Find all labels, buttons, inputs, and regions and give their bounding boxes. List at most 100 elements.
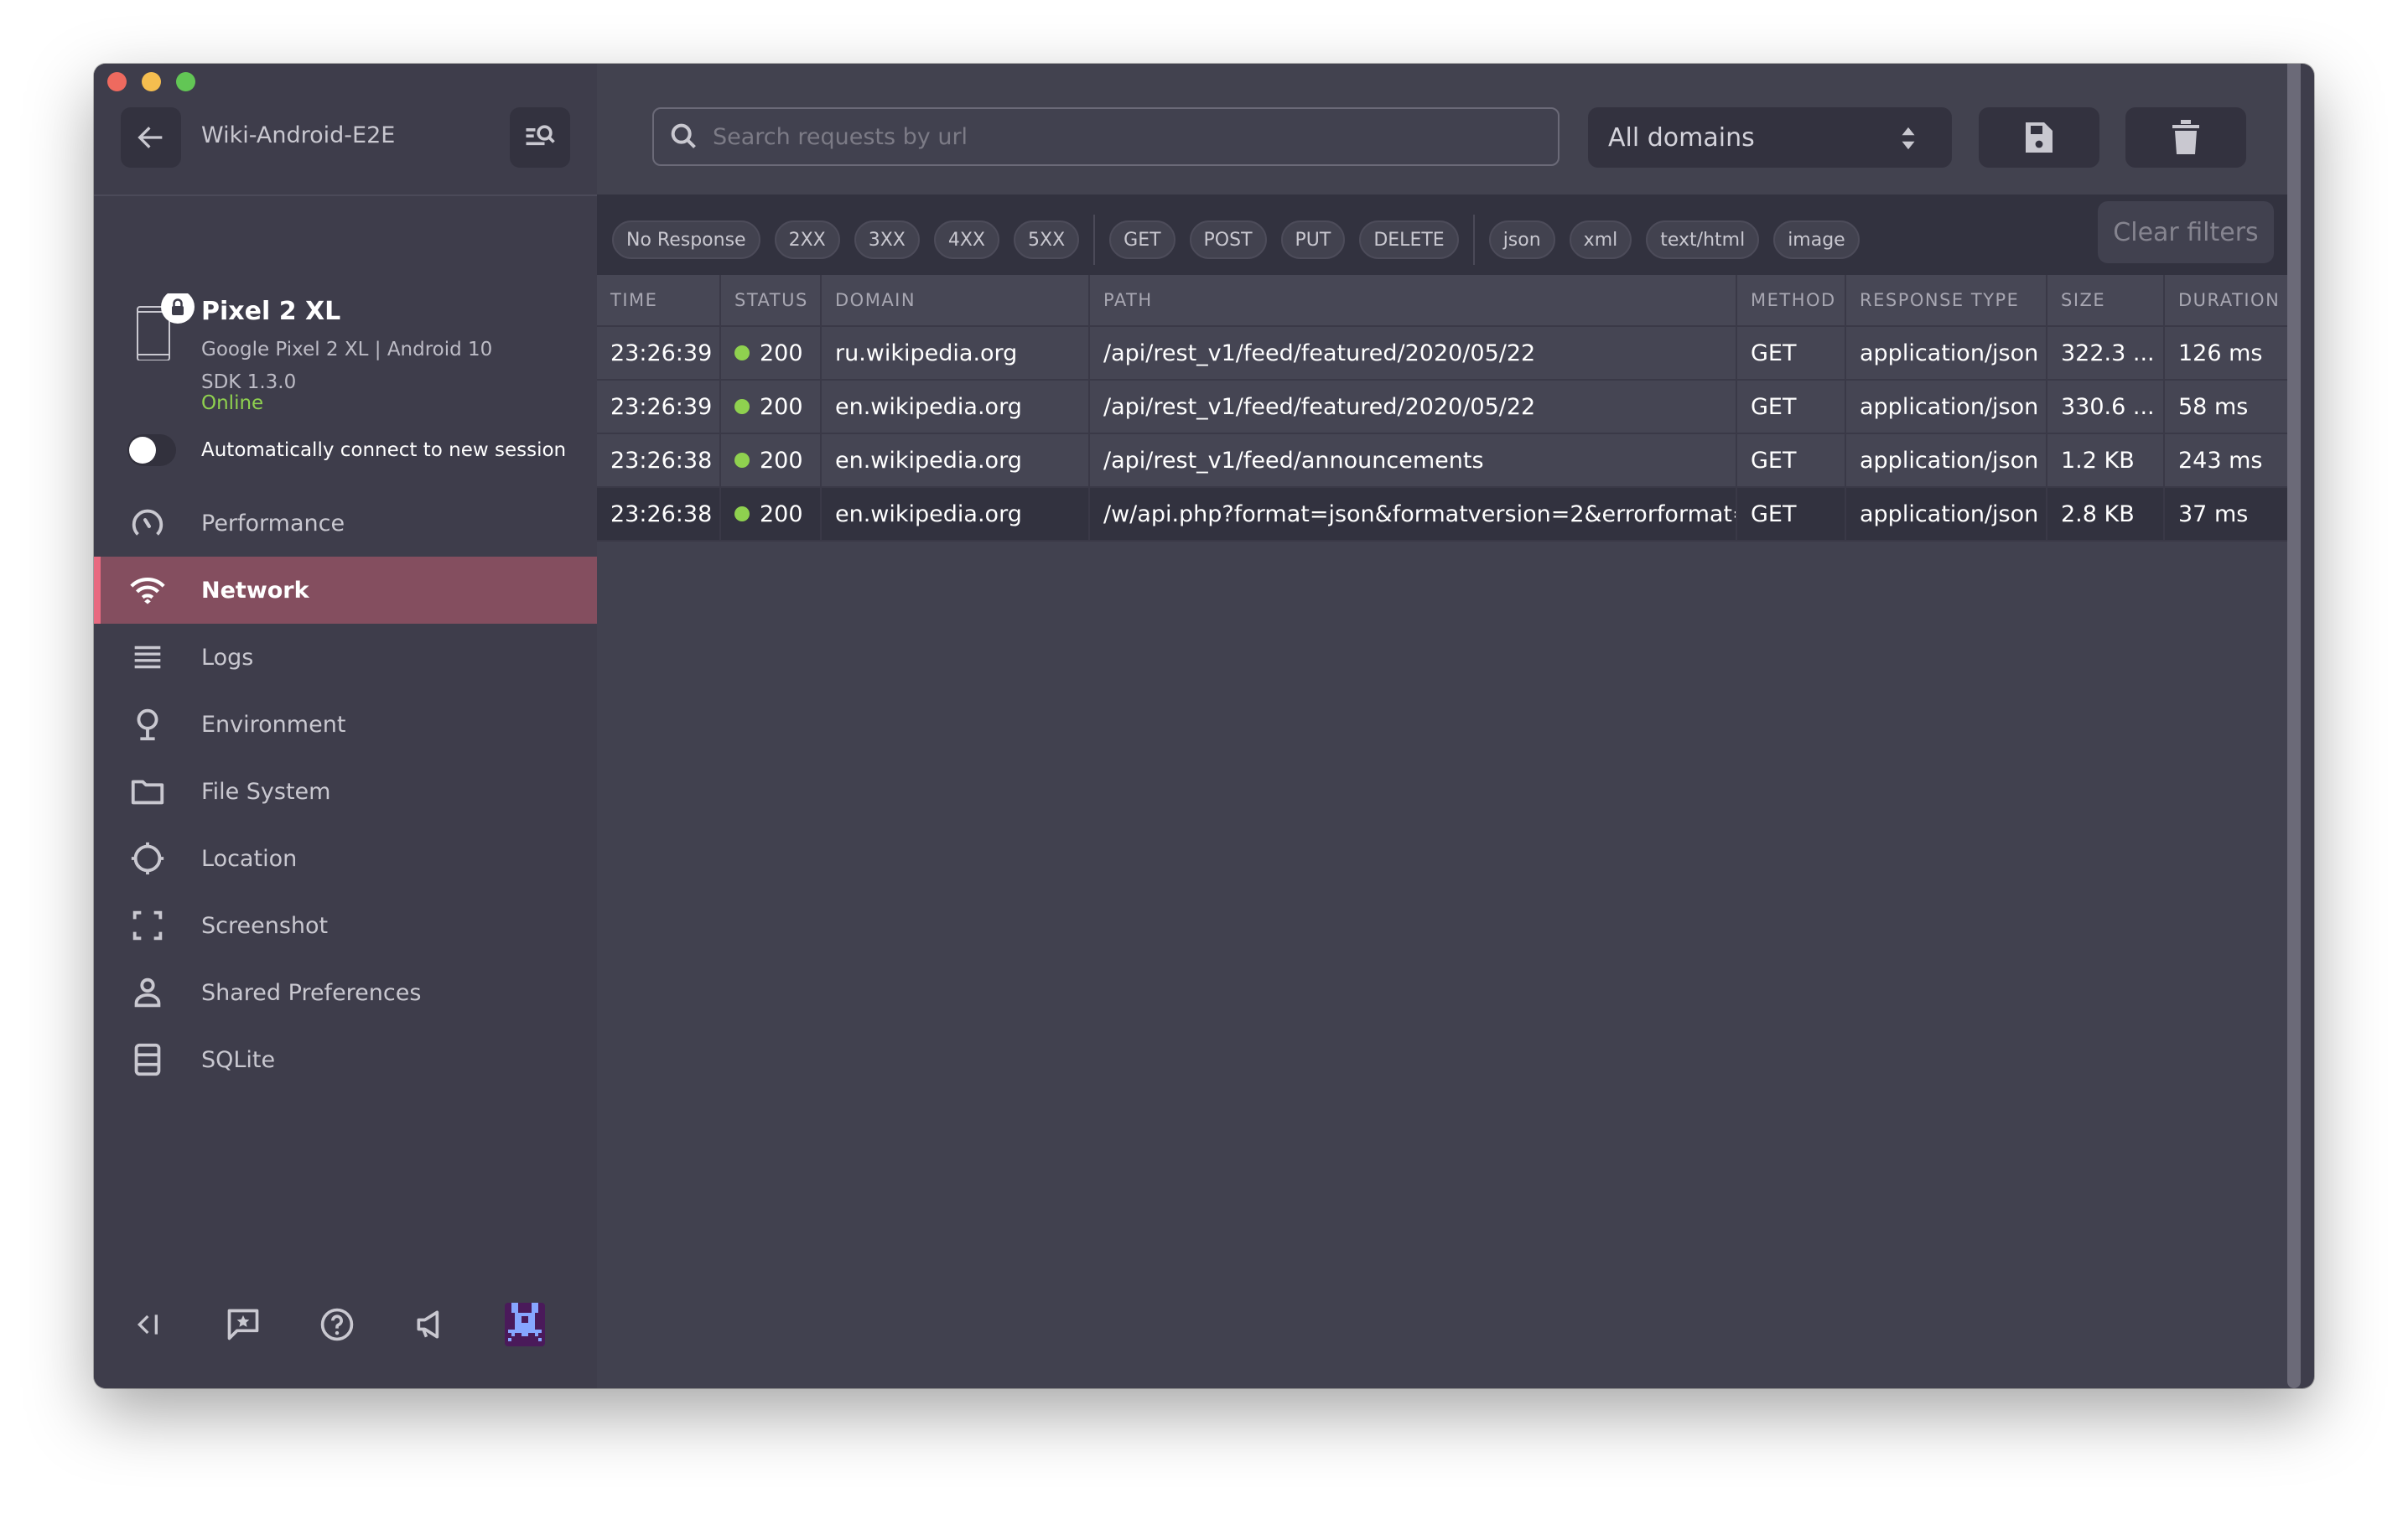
status-ok-dot [734, 453, 750, 468]
sidebar-item-file-system[interactable]: File System [94, 758, 597, 825]
database-icon [127, 1040, 168, 1080]
sidebar-item-screenshot[interactable]: Screenshot [94, 892, 597, 959]
gauge-icon [127, 503, 168, 543]
sidebar-nav: Performance Network Logs Environment Fil… [94, 490, 597, 1093]
filter-bar: No Response 2XX 3XX 4XX 5XX GET POST PUT… [597, 194, 2287, 275]
filter-chip-5xx[interactable]: 5XX [1014, 220, 1080, 259]
sidebar-item-network[interactable]: Network [94, 557, 597, 624]
back-button[interactable] [121, 107, 181, 168]
filter-chip-put[interactable]: PUT [1280, 220, 1346, 259]
column-header-size[interactable]: SIZE [2047, 275, 2165, 325]
sidebar-item-location[interactable]: Location [94, 825, 597, 892]
find-session-button[interactable] [510, 107, 570, 168]
folder-icon [127, 771, 168, 811]
announcement-icon[interactable] [411, 1304, 451, 1345]
sidebar-item-label: SQLite [201, 1046, 276, 1073]
column-header-status[interactable]: STATUS [721, 275, 822, 325]
wifi-icon [127, 570, 168, 610]
help-icon[interactable] [317, 1304, 357, 1345]
clear-filters-button[interactable]: Clear filters [2098, 201, 2274, 263]
sidebar-item-logs[interactable]: Logs [94, 624, 597, 691]
table-header: TIME STATUS DOMAIN PATH METHOD RESPONSE … [597, 275, 2287, 327]
cell-size: 1.2 KB [2047, 434, 2165, 486]
invader-avatar-icon[interactable] [505, 1303, 545, 1346]
arrow-left-icon [138, 127, 163, 148]
cell-domain: en.wikipedia.org [822, 434, 1090, 486]
cell-status: 200 [721, 327, 822, 379]
sidebar-item-label: Location [201, 845, 298, 872]
network-toolbar: All domains [597, 64, 2301, 196]
status-ok-dot [734, 506, 750, 521]
cell-time: 23:26:39 [597, 381, 721, 433]
auto-connect-label: Automatically connect to new session [201, 439, 567, 461]
table-row[interactable]: 23:26:38 200 en.wikipedia.org /api/rest_… [597, 434, 2287, 488]
filter-divider [1093, 215, 1096, 265]
filter-chip-image[interactable]: image [1773, 220, 1860, 259]
auto-connect-toggle[interactable] [127, 434, 176, 466]
cell-path: /w/api.php?format=json&formatversion=2&e… [1090, 488, 1737, 540]
clear-requests-button[interactable] [2125, 107, 2246, 168]
sidebar-header: Wiki-Android-E2E [94, 64, 597, 196]
search-icon [667, 120, 701, 153]
cell-response-type: application/json [1846, 381, 2047, 433]
cell-domain: en.wikipedia.org [822, 381, 1090, 433]
sidebar-item-performance[interactable]: Performance [94, 490, 597, 557]
cell-time: 23:26:39 [597, 327, 721, 379]
table-empty-area [597, 605, 2287, 1388]
toggle-knob [129, 437, 156, 464]
sidebar-item-sqlite[interactable]: SQLite [94, 1026, 597, 1093]
column-header-method[interactable]: METHOD [1737, 275, 1846, 325]
search-input[interactable] [711, 122, 1519, 151]
sidebar-item-label: Network [201, 577, 309, 604]
feedback-star-icon[interactable] [223, 1304, 263, 1345]
environment-icon [127, 704, 168, 744]
domain-select[interactable]: All domains [1588, 107, 1952, 168]
filter-chip-xml[interactable]: xml [1569, 220, 1632, 259]
vertical-scrollbar[interactable] [2287, 64, 2301, 1388]
app-window: Wiki-Android-E2E Pixel 2 XL Google Pixel… [94, 64, 2314, 1388]
column-header-duration[interactable]: DURATION [2165, 275, 2287, 325]
save-button[interactable] [1979, 107, 2099, 168]
sidebar-item-environment[interactable]: Environment [94, 691, 597, 758]
app-title: Wiki-Android-E2E [201, 122, 396, 148]
status-code: 200 [760, 447, 803, 474]
cell-size: 330.6 ... [2047, 381, 2165, 433]
user-icon [127, 972, 168, 1013]
device-status: Online [201, 392, 264, 414]
sidebar-item-label: Shared Preferences [201, 979, 422, 1006]
device-sdk: SDK 1.3.0 [201, 371, 297, 393]
filter-chip-3xx[interactable]: 3XX [854, 220, 920, 259]
select-arrows-icon [1902, 127, 1915, 150]
collapse-sidebar-icon[interactable] [129, 1304, 169, 1345]
filter-chip-get[interactable]: GET [1109, 220, 1175, 259]
column-header-response-type[interactable]: RESPONSE TYPE [1846, 275, 2047, 325]
table-row-selected[interactable]: 23:26:38 200 en.wikipedia.org /w/api.php… [597, 488, 2287, 542]
cell-duration: 126 ms [2178, 340, 2263, 366]
sidebar-item-shared-preferences[interactable]: Shared Preferences [94, 959, 597, 1026]
filter-chip-post[interactable]: POST [1189, 220, 1267, 259]
filter-chip-delete[interactable]: DELETE [1359, 220, 1459, 259]
filter-chip-text-html[interactable]: text/html [1646, 220, 1760, 259]
filter-chip-json[interactable]: json [1488, 220, 1555, 259]
sidebar-item-label: Logs [201, 644, 254, 671]
filter-chip-2xx[interactable]: 2XX [774, 220, 840, 259]
network-panel: All domains No Response 2XX 3XX 4XX 5XX … [597, 64, 2301, 1388]
cell-status: 200 [721, 434, 822, 486]
cell-method: GET [1737, 327, 1846, 379]
search-box[interactable] [652, 107, 1559, 166]
cell-path: /api/rest_v1/feed/featured/2020/05/22 [1090, 327, 1737, 379]
status-ok-dot [734, 399, 750, 414]
filter-chip-4xx[interactable]: 4XX [933, 220, 999, 259]
filter-chip-no-response[interactable]: No Response [612, 220, 760, 259]
cell-method: GET [1737, 381, 1846, 433]
column-header-domain[interactable]: DOMAIN [822, 275, 1090, 325]
column-header-time[interactable]: TIME [597, 275, 721, 325]
column-header-path[interactable]: PATH [1090, 275, 1737, 325]
cell-time: 23:26:38 [597, 488, 721, 540]
cell-method: GET [1737, 488, 1846, 540]
cell-response-type: application/json [1846, 327, 2047, 379]
table-row[interactable]: 23:26:39 200 en.wikipedia.org /api/rest_… [597, 381, 2287, 434]
sidebar-footer [94, 1299, 597, 1350]
table-row[interactable]: 23:26:39 200 ru.wikipedia.org /api/rest_… [597, 327, 2287, 381]
status-code: 200 [760, 340, 803, 366]
